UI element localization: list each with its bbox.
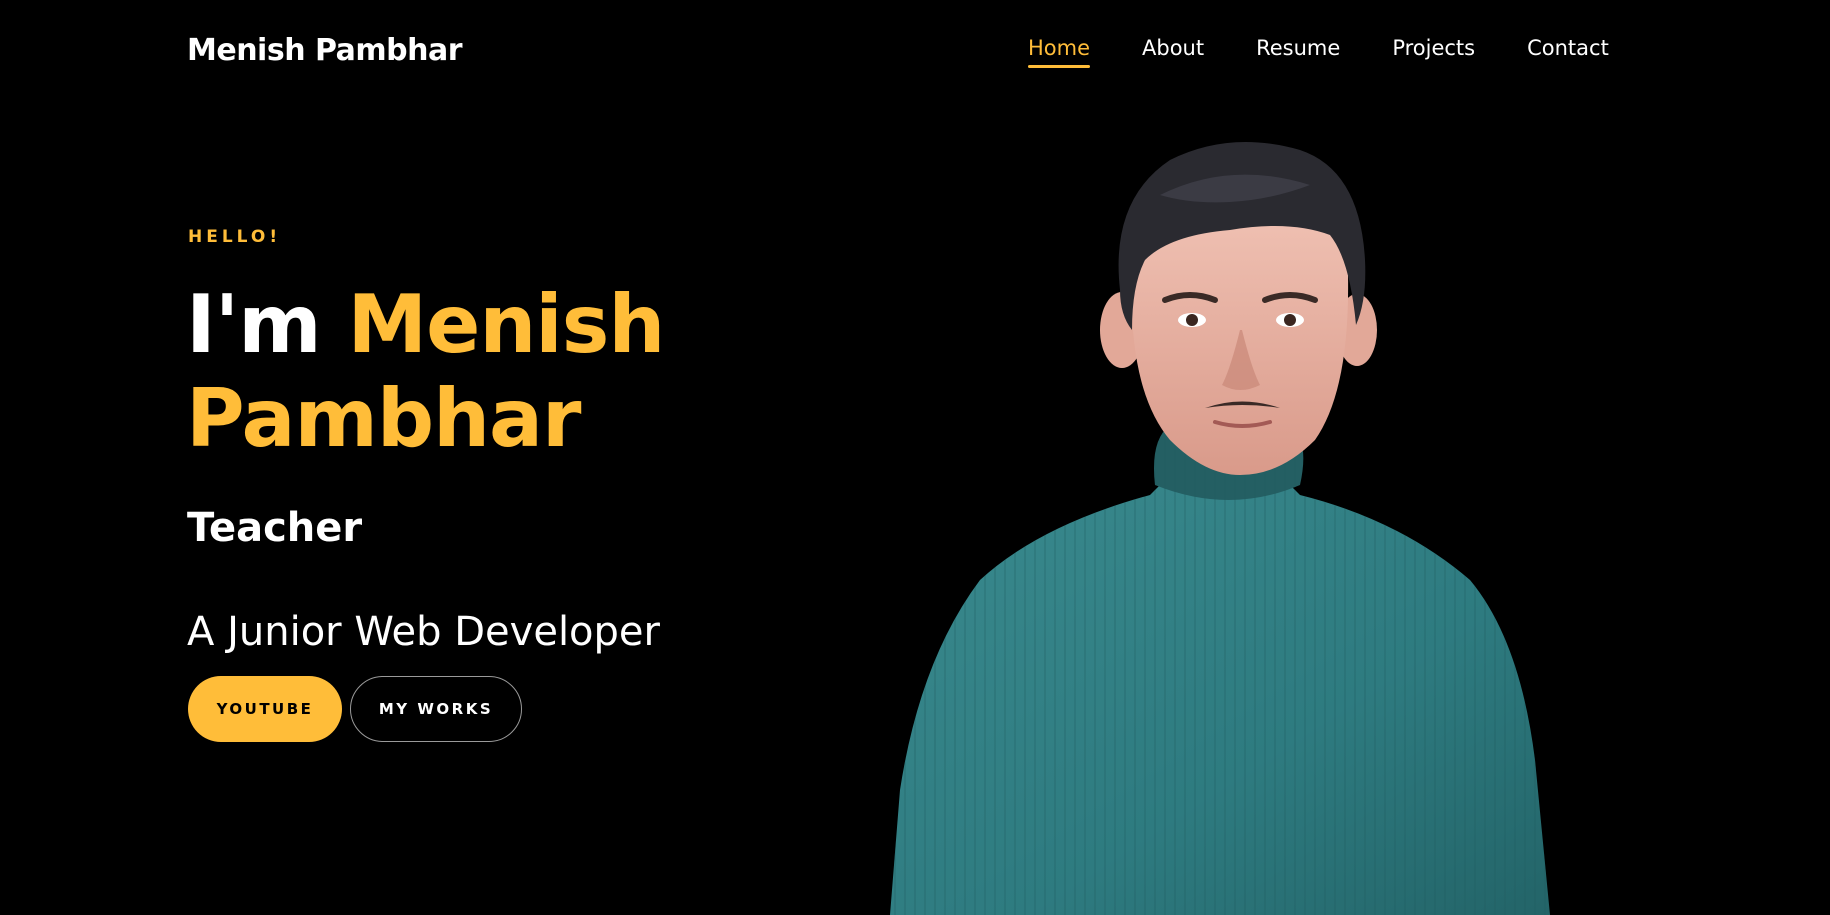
site-brand[interactable]: Menish Pambhar [187, 33, 463, 68]
my-works-button[interactable]: MY WORKS [350, 676, 522, 742]
hero-headline: I'm Menish Pambhar [186, 278, 906, 466]
hero-tagline: A Junior Web Developer [187, 609, 660, 655]
nav-resume[interactable]: Resume [1256, 36, 1340, 68]
main-nav: Home About Resume Projects Contact [1028, 36, 1609, 68]
headline-prefix: I'm [186, 278, 348, 371]
hero-role: Teacher [187, 505, 363, 551]
youtube-button[interactable]: YOUTUBE [188, 676, 342, 742]
sweater-shape [890, 425, 1550, 915]
nav-home[interactable]: Home [1028, 36, 1091, 68]
nav-about[interactable]: About [1142, 36, 1204, 68]
nav-contact[interactable]: Contact [1527, 36, 1609, 68]
portfolio-page: Menish Pambhar Home About Resume Project… [0, 0, 1830, 915]
nav-projects[interactable]: Projects [1392, 36, 1475, 68]
profile-photo [890, 142, 1550, 915]
hero-greeting: HELLO! [188, 227, 282, 247]
